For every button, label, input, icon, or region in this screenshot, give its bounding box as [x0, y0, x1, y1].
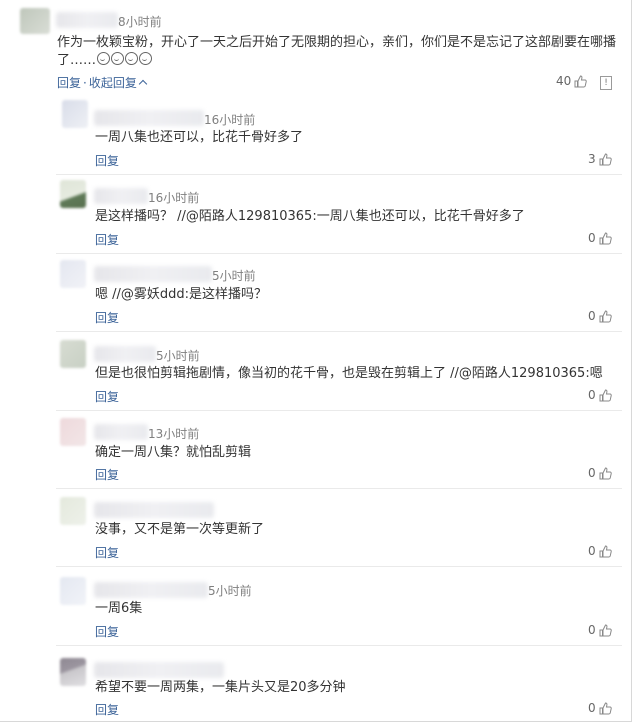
avatar[interactable]: [60, 340, 86, 368]
chevron-up-icon: [138, 79, 148, 89]
smile-emoji-icon: [97, 52, 111, 65]
like-button[interactable]: 0: [588, 309, 612, 323]
like-count: 40: [556, 74, 572, 88]
reply-time: 16小时前: [204, 113, 256, 127]
separator: ·: [83, 76, 87, 90]
report-icon[interactable]: !: [600, 76, 612, 90]
divider: [56, 253, 622, 254]
username-blurred: [56, 12, 118, 28]
divider: [56, 566, 622, 567]
reply-button[interactable]: 回复: [95, 388, 119, 405]
username-blurred: [94, 110, 204, 126]
avatar[interactable]: [60, 260, 86, 288]
like-button[interactable]: 0: [588, 544, 612, 558]
reply-time: 16小时前: [148, 191, 200, 205]
reply-time: 13小时前: [148, 427, 200, 441]
avatar[interactable]: [60, 577, 86, 605]
reply-text: 一周6集: [95, 601, 143, 616]
divider: [56, 174, 622, 175]
like-count: 0: [588, 231, 596, 245]
thumbs-up-icon: [574, 75, 588, 88]
like-button[interactable]: 3: [588, 152, 612, 166]
reply-button[interactable]: 回复: [95, 623, 119, 640]
comment-text-cont: 了……: [57, 53, 97, 68]
reply-button[interactable]: 回复: [95, 701, 119, 718]
reply-button[interactable]: 回复: [95, 466, 119, 483]
comment-text-line2: 了……: [57, 52, 153, 70]
reply-button[interactable]: 回复: [95, 309, 119, 326]
avatar[interactable]: [60, 497, 86, 525]
smile-emoji-icon: [139, 52, 153, 65]
reply-button[interactable]: 回复: [95, 152, 119, 169]
like-button[interactable]: 0: [588, 623, 612, 637]
reply-time: 5小时前: [156, 349, 200, 363]
smile-emoji-icon: [125, 52, 139, 65]
thumbs-up-icon: [599, 232, 612, 245]
reply-text: 是这样播吗？ //@陌路人129810365:一周八集也还可以，比花千骨好多了: [95, 209, 525, 224]
like-button[interactable]: 0: [588, 388, 612, 402]
username-blurred: [94, 188, 148, 204]
divider: [56, 410, 622, 411]
avatar[interactable]: [60, 180, 86, 208]
like-button[interactable]: 40: [556, 74, 588, 88]
avatar[interactable]: [62, 100, 88, 128]
reply-text: 确定一周八集？就怕乱剪辑: [95, 445, 252, 460]
like-button[interactable]: 0: [588, 466, 612, 480]
thumbs-up-icon: [599, 702, 612, 715]
reply-text: 但是也很怕剪辑拖剧情，像当初的花千骨，也是毁在剪辑上了 //@陌路人129810…: [95, 366, 603, 381]
thumbs-up-icon: [599, 389, 612, 402]
smile-emoji-icon: [111, 52, 125, 65]
like-count: 0: [588, 701, 596, 715]
like-button[interactable]: 0: [588, 701, 612, 715]
like-count: 0: [588, 544, 596, 558]
reply-time: 5小时前: [208, 584, 252, 598]
like-count: 3: [588, 152, 596, 166]
like-count: 0: [588, 623, 596, 637]
reply-button[interactable]: 回复: [57, 76, 81, 90]
divider: [56, 645, 622, 646]
avatar[interactable]: [20, 8, 50, 34]
reply-button[interactable]: 回复: [95, 544, 119, 561]
username-blurred: [94, 662, 224, 678]
thumbs-up-icon: [599, 153, 612, 166]
comment-text: 作为一枚颖宝粉，开心了一天之后开始了无限期的担心，亲们，你们是不是忘记了这部剧要…: [57, 35, 617, 50]
divider: [56, 331, 622, 332]
avatar[interactable]: [60, 658, 86, 686]
like-count: 0: [588, 466, 596, 480]
username-blurred: [94, 346, 156, 362]
reply-button[interactable]: 回复: [95, 231, 119, 248]
reply-text: 嗯 //@雾妖ddd:是这样播吗？: [95, 287, 268, 302]
thumbs-up-icon: [599, 545, 612, 558]
comment-thread: 8小时前 作为一枚颖宝粉，开心了一天之后开始了无限期的担心，亲们，你们是不是忘记…: [0, 0, 632, 722]
divider: [56, 488, 622, 489]
comment-time: 8小时前: [118, 15, 162, 29]
avatar[interactable]: [60, 418, 86, 446]
thumbs-up-icon: [599, 310, 612, 323]
reply-time: 5小时前: [212, 269, 256, 283]
username-blurred: [94, 266, 212, 282]
like-button[interactable]: 0: [588, 231, 612, 245]
thumbs-up-icon: [599, 467, 612, 480]
username-blurred: [94, 582, 208, 598]
collapse-replies-button[interactable]: 收起回复: [89, 76, 137, 90]
thumbs-up-icon: [599, 624, 612, 637]
reply-text: 没事，又不是第一次等更新了: [95, 522, 265, 537]
like-count: 0: [588, 309, 596, 323]
like-count: 0: [588, 388, 596, 402]
reply-text: 一周八集也还可以，比花千骨好多了: [95, 130, 304, 145]
username-blurred: [94, 502, 214, 518]
reply-actions: 回复 · 收起回复: [57, 74, 148, 91]
reply-text: 希望不要一周两集，一集片头又是20多分钟: [95, 680, 346, 695]
username-blurred: [94, 424, 148, 440]
